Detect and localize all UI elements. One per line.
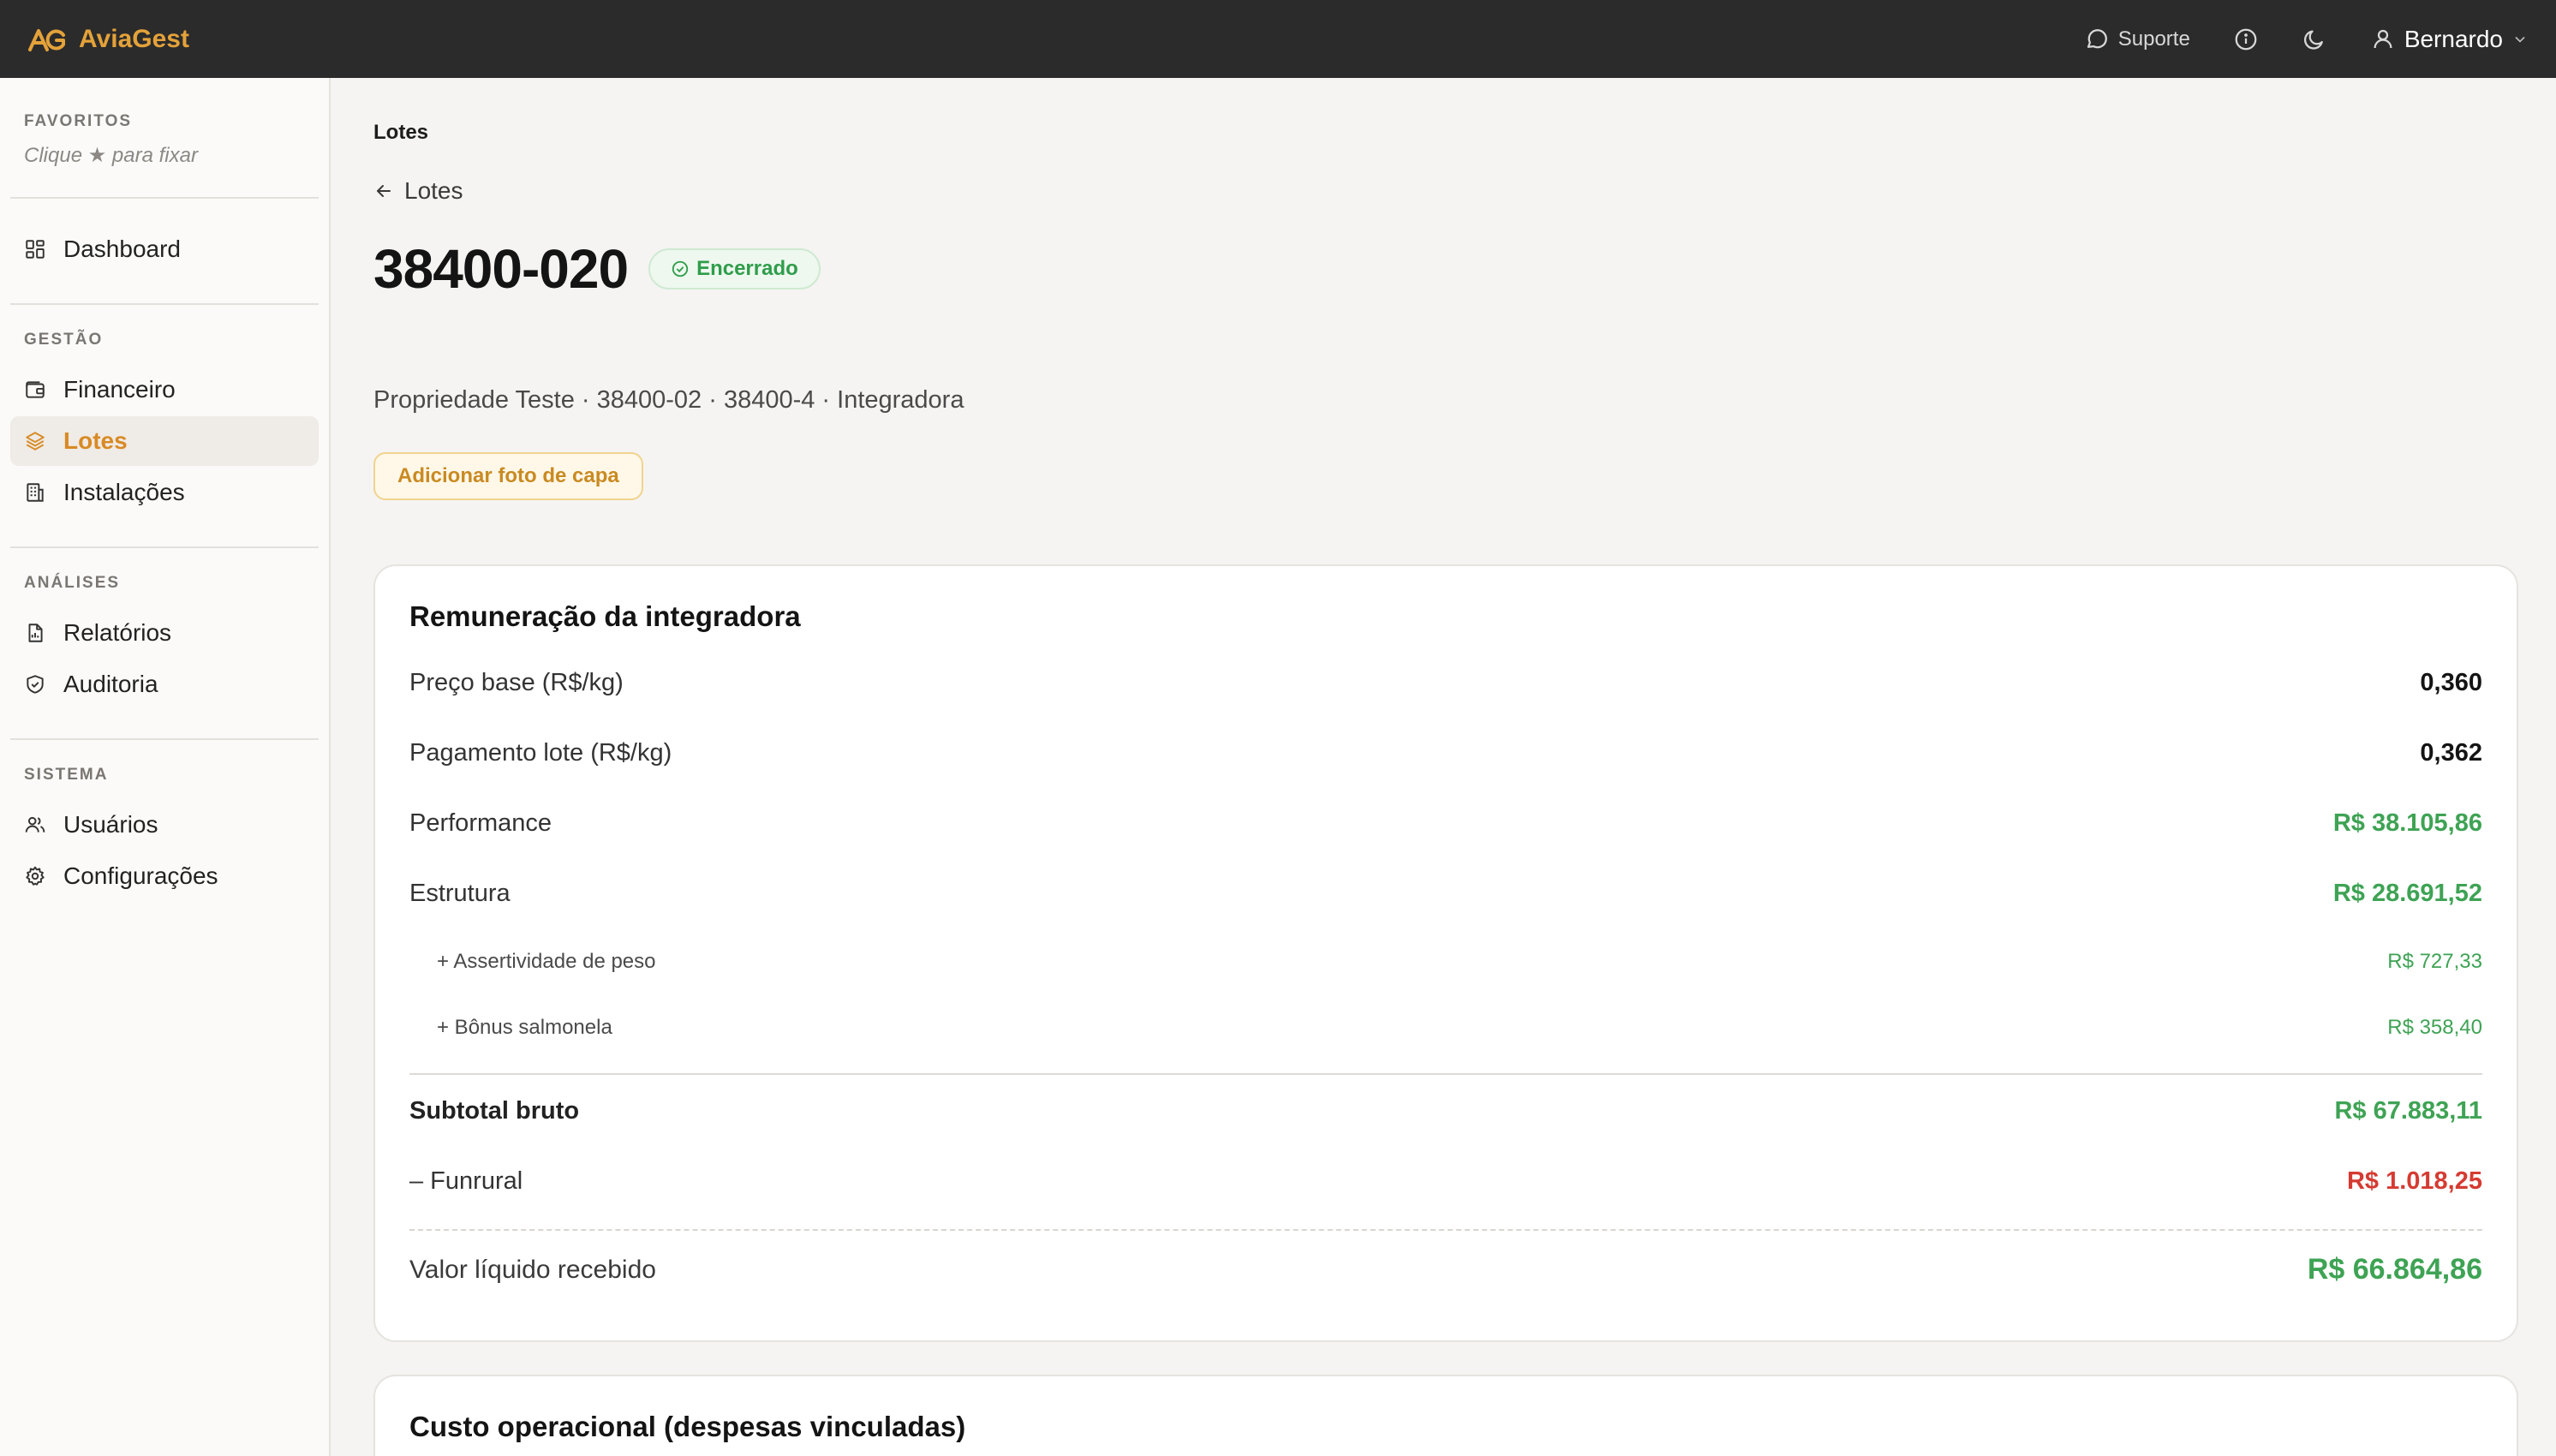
finance-row: Preço base (R$/kg) 0,360: [409, 669, 2482, 697]
page-breadcrumb: Lotes: [373, 121, 429, 144]
sidebar-item-label: Instalações: [63, 479, 185, 505]
row-value: R$ 358,40: [2387, 1016, 2482, 1039]
divider: [409, 1073, 2482, 1075]
finance-row: Pagamento lote (R$/kg) 0,362: [409, 739, 2482, 767]
users-icon: [25, 816, 45, 832]
sidebar-item-label: Auditoria: [63, 671, 158, 697]
arrow-left-icon: [377, 185, 391, 197]
favorites-section-title: FAVORITOS: [24, 112, 133, 130]
row-label: Valor líquido recebido: [409, 1255, 656, 1284]
gear-icon: [26, 866, 45, 886]
sidebar-item-lotes[interactable]: Lotes: [10, 416, 319, 466]
row-value: 0,362: [2420, 739, 2482, 767]
theme-toggle-button[interactable]: [2302, 27, 2327, 52]
back-to-lotes-link[interactable]: Lotes: [373, 177, 463, 205]
shield-check-icon: [27, 675, 44, 694]
info-button[interactable]: [2233, 27, 2259, 52]
sidebar-divider: [10, 197, 319, 199]
support-button[interactable]: Suporte: [2084, 27, 2190, 52]
finance-subrow: + Bônus salmonela R$ 358,40: [409, 1016, 2482, 1040]
sidebar-divider: [10, 546, 319, 548]
remuneracao-card: Remuneração da integradora Preço base (R…: [373, 564, 2518, 1342]
status-badge: Encerrado: [648, 248, 821, 289]
sidebar-item-usuarios[interactable]: Usuários: [10, 800, 319, 850]
card-title: Custo operacional (despesas vinculadas): [409, 1411, 966, 1442]
sidebar-item-label: Configurações: [63, 862, 218, 889]
top-bar: AviaGest Suporte Bernardo: [0, 0, 2556, 78]
building-icon: [27, 483, 44, 502]
back-link-label: Lotes: [404, 177, 463, 204]
aviagest-logo-icon: [28, 28, 65, 51]
row-label: Performance: [409, 809, 552, 837]
page-title: 38400-020: [373, 238, 629, 300]
dashed-divider: [409, 1229, 2482, 1231]
sidebar-divider: [10, 738, 319, 740]
main-content: Lotes Lotes 38400-020 Encerrado Propried…: [331, 78, 2556, 1456]
finance-row: – Funrural R$ 1.018,25: [409, 1167, 2482, 1196]
sistema-section-title: SISTEMA: [24, 766, 109, 784]
user-icon: [2374, 29, 2392, 48]
app-name: AviaGest: [79, 24, 189, 53]
row-label: Pagamento lote (R$/kg): [409, 739, 672, 767]
gestao-section-title: GESTÃO: [24, 331, 104, 349]
row-value: R$ 66.864,86: [2307, 1253, 2482, 1286]
sidebar-item-label: Dashboard: [63, 236, 181, 262]
row-value: R$ 1.018,25: [2346, 1167, 2482, 1195]
sidebar-item-auditoria[interactable]: Auditoria: [10, 659, 319, 709]
support-label: Suporte: [2117, 27, 2190, 51]
row-label: Preço base (R$/kg): [409, 669, 624, 696]
finance-row: Estrutura R$ 28.691,52: [409, 880, 2482, 908]
finance-subrow: + Assertividade de peso R$ 727,33: [409, 950, 2482, 974]
status-label: Encerrado: [696, 257, 798, 280]
sidebar-item-label: Relatórios: [63, 619, 172, 646]
grid-icon: [26, 240, 45, 259]
check-circle-icon: [672, 260, 689, 277]
lot-meta: Propriedade Teste · 38400-02 · 38400-4 ·…: [373, 386, 964, 414]
favorites-hint: Clique ★ para fixar: [24, 144, 198, 167]
row-value: 0,360: [2420, 669, 2482, 696]
layers-icon: [26, 432, 45, 451]
finance-row: Subtotal bruto R$ 67.883,11: [409, 1097, 2482, 1125]
row-label: Estrutura: [409, 880, 511, 907]
sidebar-item-label: Financeiro: [63, 376, 176, 403]
row-value: R$ 38.105,86: [2332, 809, 2482, 837]
row-label: + Bônus salmonela: [437, 1016, 612, 1039]
analises-section-title: ANÁLISES: [24, 574, 121, 592]
sidebar-item-configuracoes[interactable]: Configurações: [10, 851, 319, 901]
sidebar: FAVORITOS Clique ★ para fixar Dashboard …: [0, 78, 331, 1456]
sidebar-item-label: Lotes: [63, 427, 128, 454]
row-value: R$ 28.691,52: [2332, 880, 2482, 907]
finance-total-row: Valor líquido recebido R$ 66.864,86: [409, 1253, 2482, 1286]
finance-row: Performance R$ 38.105,86: [409, 809, 2482, 838]
row-label: + Assertividade de peso: [437, 950, 656, 973]
sidebar-item-relatorios[interactable]: Relatórios: [10, 608, 319, 658]
title-row: 38400-020 Encerrado: [373, 237, 821, 301]
card-title: Remuneração da integradora: [409, 600, 801, 632]
brand[interactable]: AviaGest: [27, 25, 189, 54]
moon-icon: [2303, 30, 2323, 50]
sidebar-item-instalacoes[interactable]: Instalações: [10, 468, 319, 517]
chevron-down-icon: [2515, 36, 2525, 43]
row-value: R$ 67.883,11: [2334, 1097, 2482, 1125]
wallet-icon: [26, 381, 45, 398]
row-value: R$ 727,33: [2387, 950, 2482, 973]
info-icon: [2235, 28, 2257, 50]
row-label: – Funrural: [409, 1167, 523, 1195]
add-cover-photo-button[interactable]: Adicionar foto de capa: [373, 452, 643, 500]
custo-operacional-card: Custo operacional (despesas vinculadas): [373, 1375, 2518, 1456]
report-file-icon: [28, 624, 43, 642]
sidebar-item-dashboard[interactable]: Dashboard: [10, 224, 319, 274]
user-menu-button[interactable]: Bernardo: [2370, 26, 2529, 53]
user-name: Bernardo: [2404, 25, 2503, 52]
chat-bubble-icon: [2087, 28, 2107, 48]
sidebar-divider: [10, 303, 319, 305]
sidebar-item-financeiro[interactable]: Financeiro: [10, 365, 319, 415]
sidebar-item-label: Usuários: [63, 811, 158, 838]
row-label: Subtotal bruto: [409, 1097, 580, 1125]
